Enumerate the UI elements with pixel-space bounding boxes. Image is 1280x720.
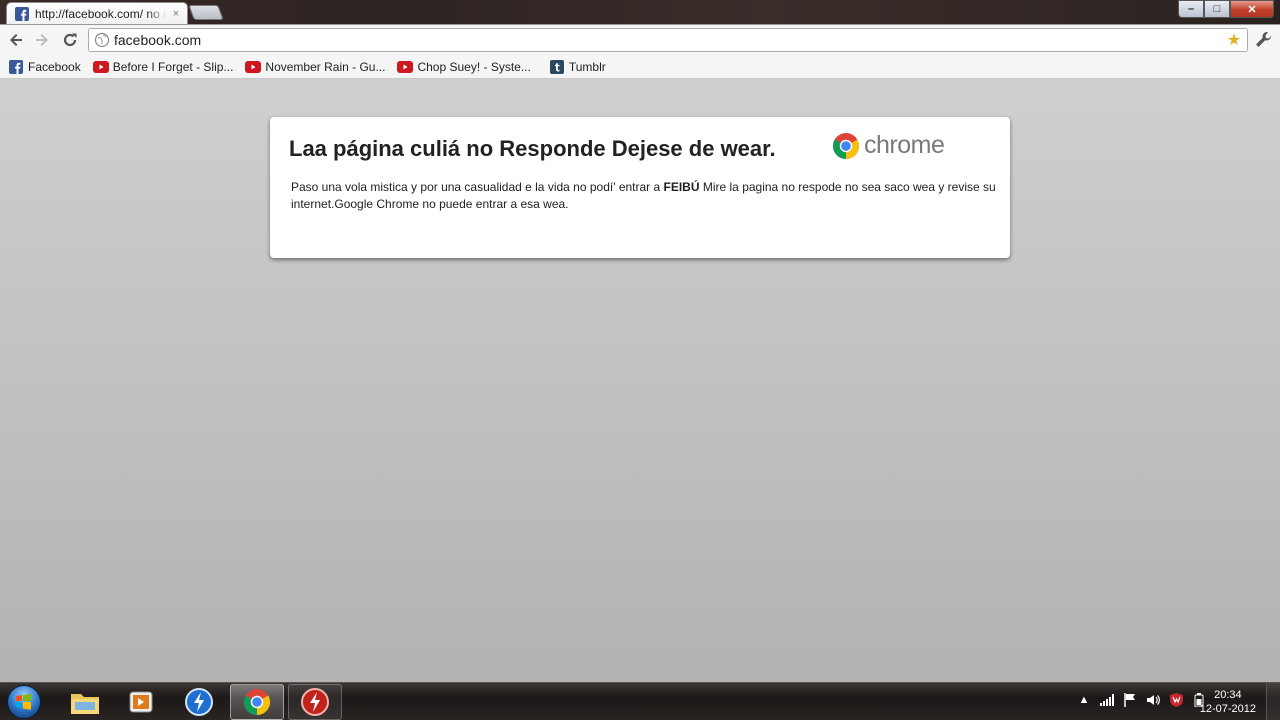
page-content: Laa página culiá no Responde Dejese de w… bbox=[0, 79, 1280, 682]
minimize-button[interactable]: – bbox=[1178, 0, 1204, 18]
antivirus-shield-icon[interactable] bbox=[1169, 693, 1183, 707]
back-button[interactable] bbox=[5, 28, 27, 52]
new-tab-button[interactable] bbox=[188, 5, 224, 20]
page-info-globe-icon[interactable] bbox=[94, 32, 110, 48]
error-dialog: Laa página culiá no Responde Dejese de w… bbox=[270, 117, 1010, 258]
taskbar-file-explorer[interactable] bbox=[58, 684, 112, 720]
url-input[interactable] bbox=[114, 32, 1225, 48]
error-title: Laa página culiá no Responde Dejese de w… bbox=[289, 136, 776, 161]
close-window-button[interactable]: ✕ bbox=[1230, 0, 1274, 18]
bookmark-label: November Rain - Gu... bbox=[265, 59, 386, 74]
bookmark-label: Before I Forget - Slip... bbox=[112, 59, 234, 74]
bookmark-label: Facebook bbox=[28, 59, 81, 74]
reload-button[interactable] bbox=[59, 28, 81, 52]
taskbar-downloader[interactable] bbox=[172, 684, 226, 720]
window-titlebar: http://facebook.com/ no e × – □ ✕ bbox=[0, 0, 1280, 24]
action-center-flag-icon[interactable] bbox=[1123, 693, 1137, 707]
forward-button[interactable] bbox=[31, 28, 53, 52]
show-hidden-icons-icon[interactable]: ▲ bbox=[1077, 693, 1091, 707]
youtube-icon bbox=[397, 60, 414, 73]
bookmark-label: Tumblr bbox=[568, 59, 606, 74]
forward-arrow-icon bbox=[36, 34, 48, 46]
address-bar[interactable]: ★ bbox=[88, 28, 1248, 52]
tab-close-icon[interactable]: × bbox=[171, 8, 181, 20]
bookmark-before-i-forget[interactable]: Before I Forget - Slip... bbox=[91, 57, 238, 77]
bookmark-chop-suey[interactable]: Chop Suey! - Syste... bbox=[395, 57, 534, 77]
show-desktop-button[interactable] bbox=[1266, 683, 1280, 720]
tab-title: http://facebook.com/ no e bbox=[35, 6, 167, 21]
flash-app-icon bbox=[301, 688, 329, 716]
maximize-button[interactable]: □ bbox=[1204, 0, 1230, 18]
clock-time: 20:34 bbox=[1214, 689, 1242, 701]
start-button[interactable] bbox=[4, 684, 44, 720]
bookmark-label: Chop Suey! - Syste... bbox=[417, 59, 531, 74]
volume-icon[interactable] bbox=[1146, 693, 1160, 707]
taskbar-chrome[interactable] bbox=[230, 684, 284, 720]
tumblr-icon bbox=[549, 59, 564, 74]
chrome-icon bbox=[243, 689, 271, 716]
browser-toolbar: ★ bbox=[0, 24, 1280, 55]
wrench-menu-icon[interactable] bbox=[1252, 29, 1276, 51]
facebook-favicon-icon bbox=[15, 6, 29, 21]
bookmark-star-icon[interactable]: ★ bbox=[1225, 30, 1243, 50]
bookmarks-bar: Facebook Before I Forget - Slip... Novem… bbox=[0, 55, 1280, 79]
windows-taskbar: ▲ 20:34 12-07-2012 bbox=[0, 682, 1280, 720]
windows-logo-icon bbox=[7, 685, 41, 719]
youtube-icon bbox=[92, 60, 109, 73]
media-player-icon bbox=[129, 691, 153, 713]
system-tray: ▲ bbox=[1077, 693, 1206, 707]
youtube-icon bbox=[245, 60, 262, 73]
window-controls: – □ ✕ bbox=[1178, 0, 1274, 18]
chrome-logo-icon bbox=[832, 132, 860, 159]
facebook-icon bbox=[9, 59, 23, 74]
taskbar-clock[interactable]: 20:34 12-07-2012 bbox=[1200, 688, 1256, 716]
bookmark-facebook[interactable]: Facebook bbox=[6, 57, 85, 77]
error-message-bold: FEIBÚ bbox=[663, 180, 700, 194]
lightning-download-icon bbox=[185, 688, 213, 716]
taskbar-media-player[interactable] bbox=[114, 684, 168, 720]
error-message-part: Paso una vola mistica y por una casualid… bbox=[291, 180, 664, 194]
chrome-brand: chrome bbox=[832, 131, 945, 160]
bookmark-tumblr[interactable]: Tumblr bbox=[547, 57, 610, 77]
clock-date: 12-07-2012 bbox=[1199, 703, 1256, 715]
chrome-wordmark: chrome bbox=[864, 131, 945, 159]
bookmark-november-rain[interactable]: November Rain - Gu... bbox=[243, 57, 389, 77]
reload-icon bbox=[63, 33, 77, 47]
network-signal-icon[interactable] bbox=[1100, 693, 1114, 707]
folder-icon bbox=[71, 694, 99, 714]
back-arrow-icon bbox=[10, 34, 22, 46]
taskbar-flash-app[interactable] bbox=[288, 684, 342, 720]
error-message: Paso una vola mistica y por una casualid… bbox=[291, 179, 996, 213]
browser-tab[interactable]: http://facebook.com/ no e × bbox=[6, 2, 188, 24]
